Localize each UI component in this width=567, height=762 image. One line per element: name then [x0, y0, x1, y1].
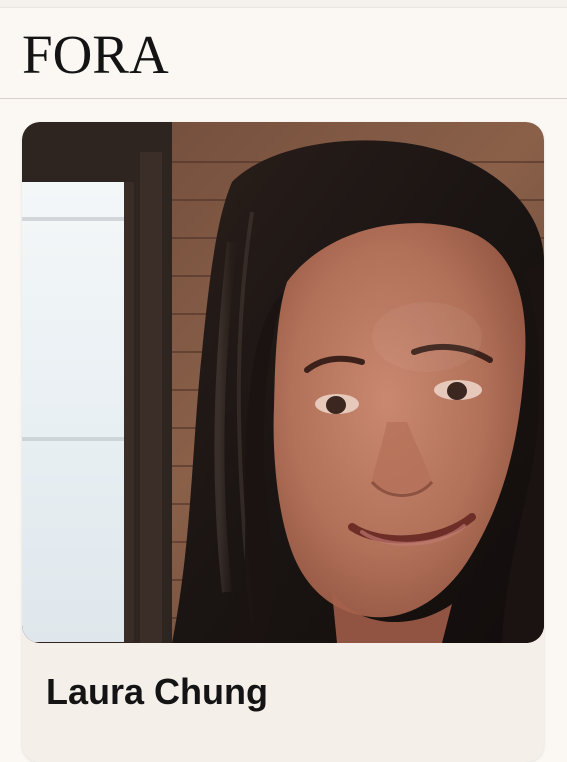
fora-logo[interactable]: FORA	[22, 25, 169, 85]
advisor-name: Laura Chung	[46, 671, 268, 712]
site-header: FORA	[0, 8, 567, 99]
advisor-card[interactable]: Laura Chung	[22, 122, 544, 762]
advisor-profile-photo[interactable]	[22, 122, 544, 643]
status-strip	[0, 0, 567, 8]
header-action-area[interactable]	[453, 38, 549, 74]
